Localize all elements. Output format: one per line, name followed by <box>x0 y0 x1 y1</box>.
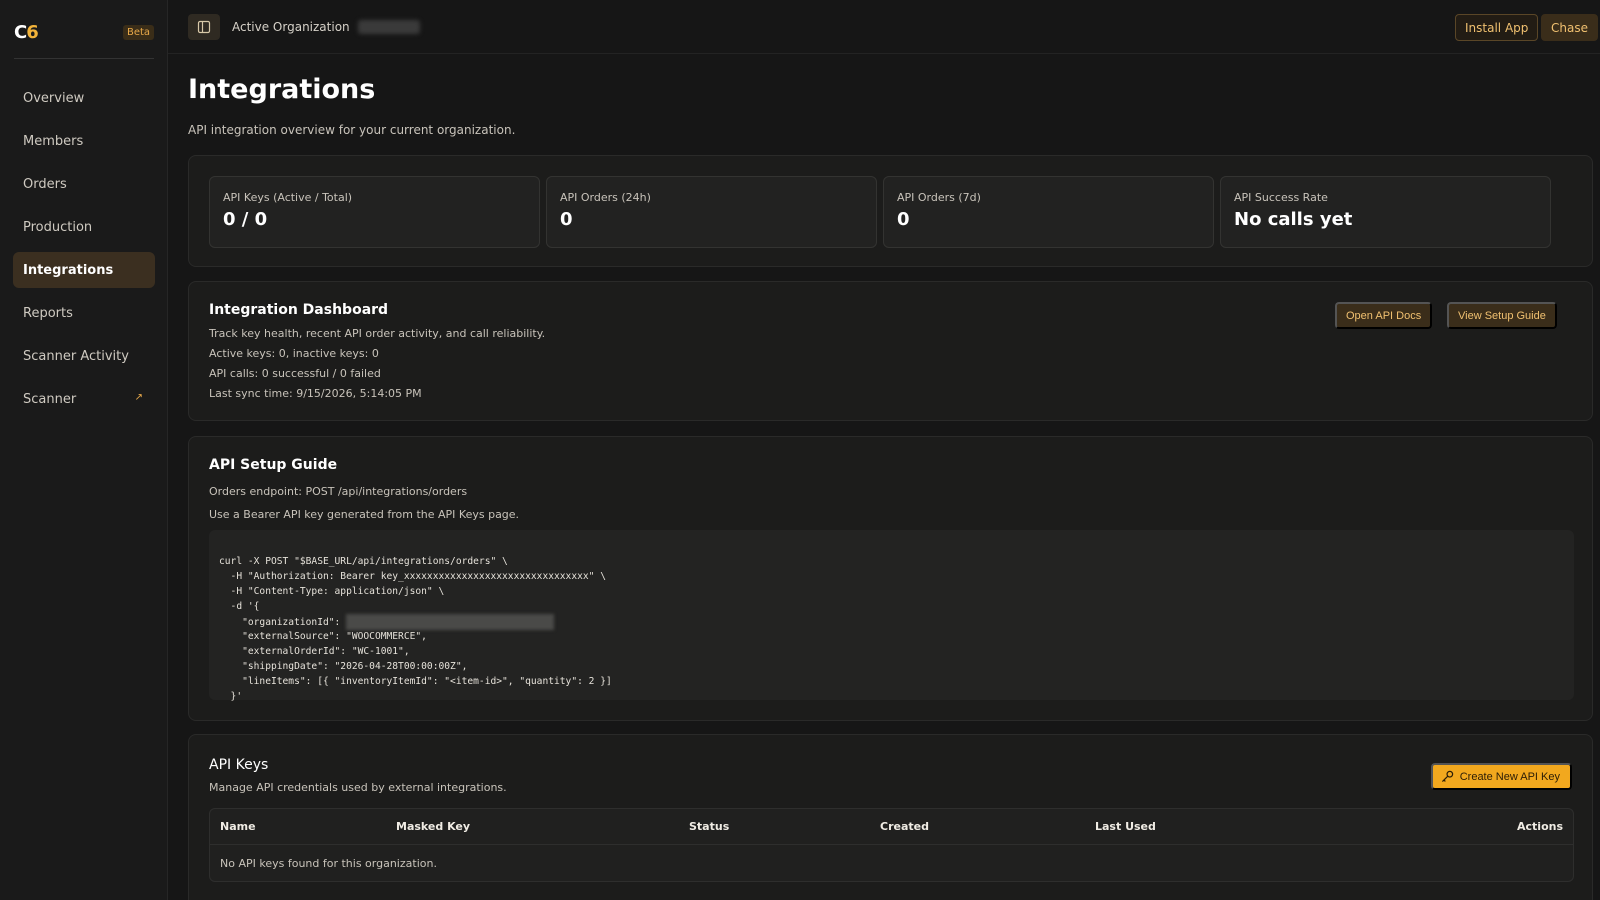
column-header-created[interactable]: Created <box>880 820 929 833</box>
divider <box>14 58 154 59</box>
sidebar-item-scanner[interactable]: Scanner ↗ <box>13 381 155 417</box>
last-sync-line: Last sync time: 9/15/2026, 5:14:05 PM <box>209 387 422 400</box>
sidebar-item-label: Scanner <box>23 391 77 407</box>
user-menu-button[interactable]: Chase <box>1541 14 1598 41</box>
column-header-name[interactable]: Name <box>220 820 256 833</box>
create-api-key-label: Create New API Key <box>1459 770 1560 783</box>
code-line: "externalSource": "WOOCOMMERCE", <box>219 631 427 642</box>
active-organization-label: Active Organization <box>232 20 350 34</box>
code-line-organization-id: "organizationId": <box>219 614 1564 630</box>
stat-label: API Keys (Active / Total) <box>223 191 353 204</box>
api-setup-guide-panel: API Setup Guide Orders endpoint: POST /a… <box>188 436 1593 721</box>
sidebar-item-members[interactable]: Members <box>13 123 155 159</box>
sidebar-item-label: Integrations <box>23 262 114 278</box>
code-line: }' <box>219 691 243 702</box>
external-link-icon: ↗ <box>134 392 143 403</box>
bearer-key-line: Use a Bearer API key generated from the … <box>209 508 520 521</box>
sidebar-item-overview[interactable]: Overview <box>13 80 155 116</box>
column-header-masked-key[interactable]: Masked Key <box>396 820 470 833</box>
column-header-last-used[interactable]: Last Used <box>1095 820 1156 833</box>
sidebar-nav: Overview Members Orders Production Integ… <box>13 80 155 424</box>
api-keys-panel: API Keys Manage API credentials used by … <box>188 734 1593 900</box>
sidebar-toggle-button[interactable] <box>188 14 220 40</box>
stat-label: API Orders (24h) <box>560 191 651 204</box>
orders-endpoint-line: Orders endpoint: POST /api/integrations/… <box>209 485 468 498</box>
code-line: -H "Content-Type: application/json" \ <box>219 586 445 597</box>
page-title: Integrations <box>188 74 376 105</box>
organization-selector[interactable] <box>358 20 420 34</box>
code-line: "shippingDate": "2026-04-28T00:00:00Z", <box>219 661 468 672</box>
api-keys-title: API Keys <box>209 757 269 773</box>
top-bar: Active Organization Install App Chase <box>168 0 1600 54</box>
beta-badge: Beta <box>123 25 155 40</box>
stat-value: No calls yet <box>1234 209 1353 230</box>
sidebar-item-scanner-activity[interactable]: Scanner Activity <box>13 338 155 374</box>
dashboard-description: Track key health, recent API order activ… <box>209 327 546 340</box>
sidebar-item-label: Orders <box>23 176 67 192</box>
sidebar-item-label: Members <box>23 133 84 149</box>
code-line: "externalOrderId": "WC-1001", <box>219 646 410 657</box>
guide-title: API Setup Guide <box>209 457 338 473</box>
sidebar-item-label: Scanner Activity <box>23 348 129 364</box>
sidebar-item-integrations[interactable]: Integrations <box>13 252 155 288</box>
empty-state-row: No API keys found for this organization. <box>220 856 437 870</box>
sidebar-item-reports[interactable]: Reports <box>13 295 155 331</box>
page-subtitle: API integration overview for your curren… <box>188 123 516 137</box>
sidebar-item-production[interactable]: Production <box>13 209 155 245</box>
sidebar-item-orders[interactable]: Orders <box>13 166 155 202</box>
sidebar-item-label: Overview <box>23 90 85 106</box>
stat-card-api-keys: API Keys (Active / Total) 0 / 0 <box>209 176 540 248</box>
sidebar: C6 Beta Overview Members Orders Producti… <box>0 0 168 900</box>
stat-value: 0 <box>560 209 573 230</box>
stat-card-success-rate: API Success Rate No calls yet <box>1220 176 1551 248</box>
stat-value: 0 / 0 <box>223 209 268 230</box>
stats-panel: API Keys (Active / Total) 0 / 0 API Orde… <box>188 155 1593 267</box>
dashboard-title: Integration Dashboard <box>209 302 389 318</box>
api-keys-description: Manage API credentials used by external … <box>209 781 507 794</box>
key-icon <box>1441 770 1453 783</box>
open-api-docs-button[interactable]: Open API Docs <box>1335 302 1433 329</box>
curl-code-block[interactable]: curl -X POST "$BASE_URL/api/integrations… <box>209 530 1574 702</box>
code-line: -H "Authorization: Bearer key_xxxxxxxxxx… <box>219 571 606 582</box>
code-line: -d '{ <box>219 601 260 612</box>
code-line: curl -X POST "$BASE_URL/api/integrations… <box>219 556 508 567</box>
stat-label: API Success Rate <box>1234 191 1328 204</box>
redacted-organization-id <box>346 614 555 630</box>
brand-logo[interactable]: C6 <box>14 20 39 44</box>
sidebar-item-label: Reports <box>23 305 73 321</box>
api-keys-table: Name Masked Key Status Created Last Used… <box>209 808 1574 882</box>
column-header-actions[interactable]: Actions <box>1517 820 1563 833</box>
stat-card-orders-7d: API Orders (7d) 0 <box>883 176 1214 248</box>
code-line: "lineItems": [{ "inventoryItemId": "<ite… <box>219 676 612 687</box>
logo-text: C6 <box>14 21 39 43</box>
api-calls-line: API calls: 0 successful / 0 failed <box>209 367 381 380</box>
view-setup-guide-button[interactable]: View Setup Guide <box>1447 302 1557 329</box>
install-app-button[interactable]: Install App <box>1455 14 1539 41</box>
sidebar-panel-icon <box>197 20 211 34</box>
active-keys-line: Active keys: 0, inactive keys: 0 <box>209 347 379 360</box>
stat-value: 0 <box>897 209 910 230</box>
integration-dashboard-panel: Integration Dashboard Track key health, … <box>188 281 1593 421</box>
table-header: Name Masked Key Status Created Last Used… <box>210 809 1573 845</box>
stat-card-orders-24h: API Orders (24h) 0 <box>546 176 877 248</box>
column-header-status[interactable]: Status <box>689 820 729 833</box>
create-api-key-button[interactable]: Create New API Key <box>1430 763 1572 790</box>
stat-label: API Orders (7d) <box>897 191 981 204</box>
sidebar-item-label: Production <box>23 219 93 235</box>
code-line-prefix: "organizationId": <box>219 617 347 628</box>
